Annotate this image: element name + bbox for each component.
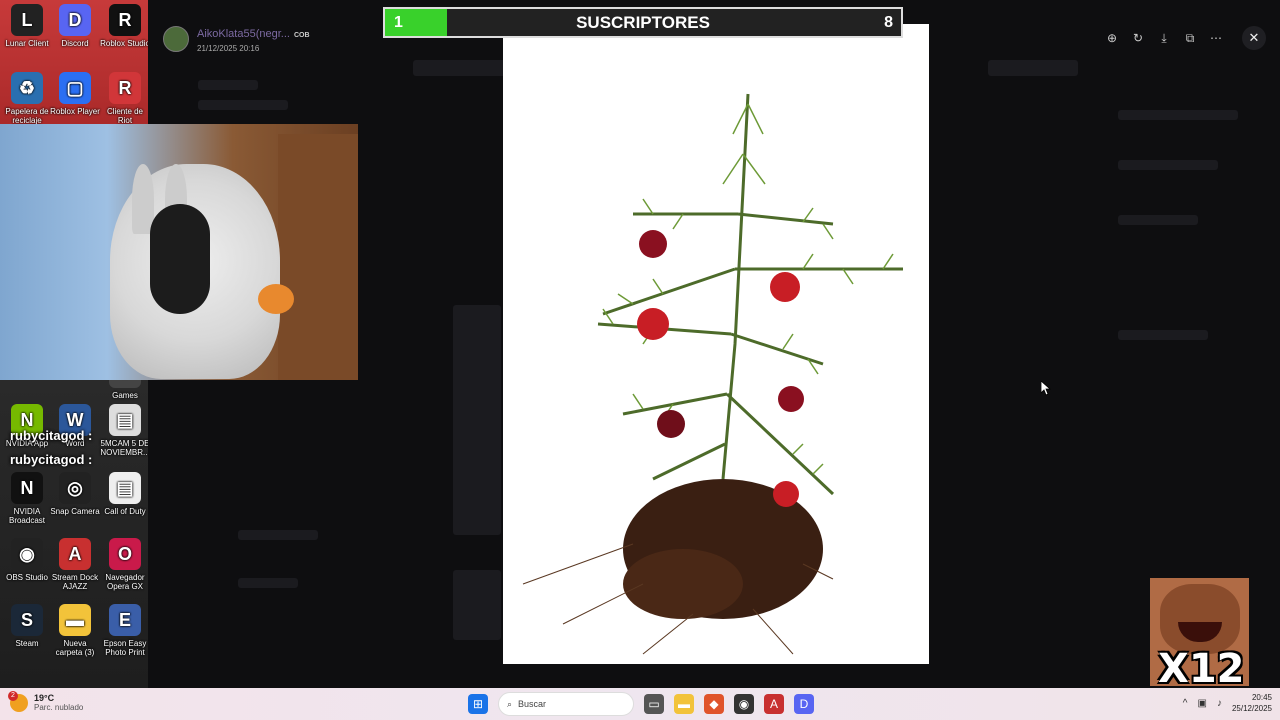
- subscriber-title: SUSCRIPTORES: [576, 13, 710, 32]
- weather-widget[interactable]: 2 19°C Parc. nublado: [8, 690, 84, 712]
- desktop-icon-label: Nueva carpeta (3): [55, 639, 95, 657]
- taskbar: 2 19°C Parc. nublado ⊞ ⌕ Buscar ▭ ▬ ◆ ◉ …: [0, 688, 1280, 720]
- desktop-icon-label: 5MCAM 5 DE NOVIEMBR...: [100, 439, 150, 457]
- taskbar-apps: ⊞ ⌕ Buscar ▭ ▬ ◆ ◉ A D: [468, 692, 814, 716]
- desktop-icon[interactable]: ♻ Papelera de reciclaje: [2, 72, 52, 125]
- viewer-toolbar: ⊕ ↻ ⤓ ⧉ ⋯ ✕: [1104, 26, 1266, 50]
- network-icon[interactable]: ▣: [1198, 698, 1207, 709]
- desktop-icon-label: Games: [112, 391, 138, 400]
- desktop-icon-label: Roblox Player: [50, 107, 100, 116]
- avatar[interactable]: [163, 25, 189, 52]
- headphones: [150, 204, 210, 314]
- desktop-icon[interactable]: N NVIDIA Broadcast: [2, 472, 52, 525]
- desktop-app-icon: E: [109, 604, 141, 636]
- viewer-author: AikoKlata55(negr... COB 21/12/2025 20:16: [163, 24, 310, 53]
- desktop-icon[interactable]: D Discord: [50, 4, 100, 48]
- mouse-cursor-icon: [1041, 381, 1051, 396]
- author-name[interactable]: AikoKlata55(negr...: [197, 28, 290, 40]
- clock[interactable]: 20:45 25/12/2025: [1232, 692, 1272, 714]
- brave-icon[interactable]: ◆: [704, 694, 724, 714]
- desktop-icon-label: Stream Dock AJAZZ: [51, 573, 99, 591]
- weather-desc: Parc. nublado: [34, 703, 84, 712]
- subscriber-goal-bar: 1 SUSCRIPTORES 8: [383, 7, 903, 38]
- desktop-app-icon: R: [109, 72, 141, 104]
- desktop-app-icon: ◎: [59, 472, 91, 504]
- desktop-icon-label: OBS Studio: [6, 573, 48, 582]
- desktop-icon[interactable]: ▢ Roblox Player: [50, 72, 100, 116]
- desktop-icon-label: Epson Easy Photo Print: [103, 639, 147, 657]
- close-button[interactable]: ✕: [1242, 26, 1266, 50]
- desktop-icon[interactable]: ▤ 5MCAM 5 DE NOVIEMBR...: [100, 404, 150, 457]
- task-view-icon[interactable]: ▭: [644, 694, 664, 714]
- obs-icon[interactable]: ◉: [734, 694, 754, 714]
- desktop-icon[interactable]: R Roblox Studio: [100, 4, 150, 48]
- desktop-icon[interactable]: ◎ Snap Camera: [50, 472, 100, 516]
- desktop-icon-label: Discord: [61, 39, 89, 48]
- webcam-cabinet: [278, 134, 358, 380]
- volume-icon[interactable]: ♪: [1217, 698, 1222, 709]
- desktop-icon-label: Navegador Opera GX: [105, 573, 145, 591]
- desktop-app-icon: D: [59, 4, 91, 36]
- subscriber-goal: 8: [884, 14, 893, 31]
- search-icon: ⌕: [507, 698, 513, 709]
- desktop-icon-label: Snap Camera: [50, 507, 100, 516]
- desktop-app-icon: ▬: [59, 604, 91, 636]
- taskbar-search[interactable]: ⌕ Buscar: [498, 692, 634, 716]
- desktop-app-icon: L: [11, 4, 43, 36]
- desktop-icon-label: Lunar Client: [5, 39, 49, 48]
- desktop-icon-label: Steam: [15, 639, 39, 648]
- more-icon[interactable]: ⋯: [1208, 30, 1224, 46]
- desktop-icon[interactable]: ▬ Nueva carpeta (3): [50, 604, 100, 657]
- meme-overlay: X12: [1150, 578, 1249, 686]
- chat-line: rubycitagod :: [10, 452, 93, 467]
- clock-time: 20:45: [1251, 693, 1272, 702]
- file-explorer-icon[interactable]: ▬: [674, 694, 694, 714]
- desktop-icon-label: NVIDIA Broadcast: [8, 507, 46, 525]
- desktop-icon-label: Papelera de reciclaje: [5, 107, 49, 125]
- desktop-app-icon: ▤: [109, 472, 141, 504]
- desktop-app-icon: ♻: [11, 72, 43, 104]
- start-button[interactable]: ⊞: [468, 694, 488, 714]
- rotate-icon[interactable]: ↻: [1130, 30, 1146, 46]
- search-placeholder: Buscar: [518, 699, 547, 709]
- desktop-app-icon: R: [109, 4, 141, 36]
- webcam-feed: [0, 124, 358, 380]
- chevron-up-icon[interactable]: ^: [1183, 698, 1188, 709]
- author-badge: COB: [293, 32, 310, 39]
- desktop-icon[interactable]: ▤ Call of Duty: [100, 472, 150, 516]
- desktop-icon[interactable]: R Cliente de Riot: [100, 72, 150, 125]
- post-date: 21/12/2025 20:16: [197, 44, 260, 53]
- weather-temp: 19°C: [34, 693, 55, 703]
- desktop-app-icon: O: [109, 538, 141, 570]
- weather-badge: 2: [8, 690, 18, 701]
- desktop-icon-label: Call of Duty: [104, 507, 146, 516]
- download-icon[interactable]: ⤓: [1156, 30, 1172, 46]
- desktop-icon[interactable]: E Epson Easy Photo Print: [100, 604, 150, 657]
- desktop-app-icon: ▤: [109, 404, 141, 436]
- weather-icon: 2: [8, 690, 28, 712]
- open-external-icon[interactable]: ⧉: [1182, 30, 1198, 46]
- desktop-app-icon: ◉: [11, 538, 43, 570]
- discord-icon[interactable]: D: [794, 694, 814, 714]
- stream-dock-icon[interactable]: A: [764, 694, 784, 714]
- clock-date: 25/12/2025: [1231, 704, 1272, 713]
- desktop-app-icon: S: [11, 604, 43, 636]
- desktop-icon[interactable]: S Steam: [2, 604, 52, 648]
- desktop-icon-label: Cliente de Riot: [106, 107, 144, 125]
- desktop-icon[interactable]: ◉ OBS Studio: [2, 538, 52, 582]
- christmas-tree-image: [503, 24, 929, 664]
- desktop-icon[interactable]: A Stream Dock AJAZZ: [50, 538, 100, 591]
- tree-illustration: [522, 93, 903, 655]
- system-tray: ^ ▣ ♪ 20:45 25/12/2025: [1183, 692, 1272, 714]
- desktop-app-icon: A: [59, 538, 91, 570]
- meme-multiplier: X12: [1158, 646, 1245, 686]
- orange-nose: [258, 284, 294, 314]
- desktop-app-icon: N: [11, 472, 43, 504]
- zoom-in-icon[interactable]: ⊕: [1104, 30, 1120, 46]
- desktop-icon[interactable]: L Lunar Client: [2, 4, 52, 48]
- desktop-icon[interactable]: O Navegador Opera GX: [100, 538, 150, 591]
- desktop-app-icon: ▢: [59, 72, 91, 104]
- desktop-icon-label: Roblox Studio: [100, 39, 150, 48]
- chat-line: rubycitagod :: [10, 428, 93, 443]
